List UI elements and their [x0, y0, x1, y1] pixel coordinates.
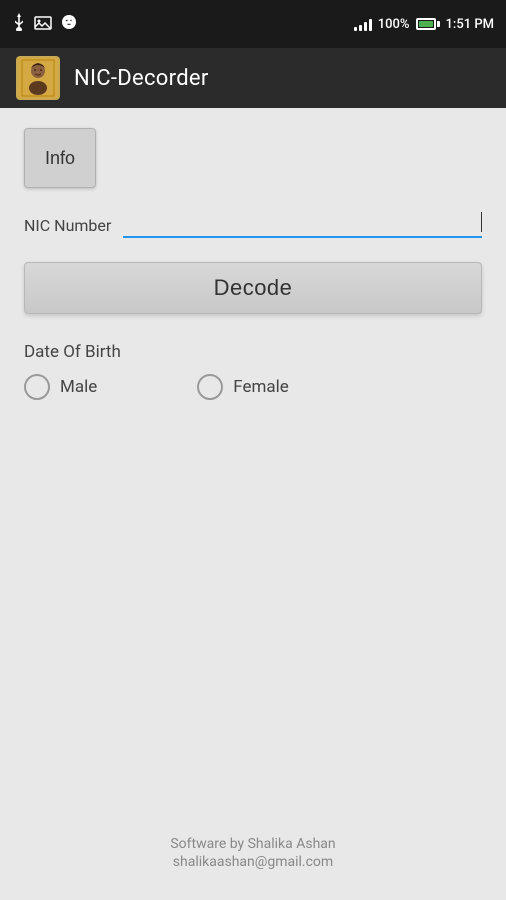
female-option[interactable]: Female — [197, 374, 289, 400]
footer-line1: Software by Shalika Ashan — [170, 836, 335, 852]
female-label: Female — [233, 377, 289, 397]
signal-icon — [354, 17, 372, 31]
status-bar: 100% 1:51 PM — [0, 0, 506, 48]
time-display: 1:51 PM — [446, 17, 495, 32]
info-button-label: Info — [45, 148, 75, 169]
male-option[interactable]: Male — [24, 374, 97, 400]
male-label: Male — [60, 377, 97, 397]
info-button[interactable]: Info — [24, 128, 96, 188]
nic-input-wrapper — [123, 212, 482, 238]
decode-button[interactable]: Decode — [24, 262, 482, 314]
app-icon — [16, 56, 60, 100]
main-content: Info NIC Number Decode Date Of Birth Mal… — [0, 108, 506, 420]
female-radio[interactable] — [197, 374, 223, 400]
app-bar: NIC-Decorder — [0, 48, 506, 108]
nic-label: NIC Number — [24, 216, 111, 235]
footer: Software by Shalika Ashan shalikaashan@g… — [0, 836, 506, 870]
gender-row: Male Female — [24, 374, 482, 400]
nic-section: NIC Number — [24, 212, 482, 238]
nic-input[interactable] — [123, 213, 479, 231]
status-right-info: 100% 1:51 PM — [354, 17, 494, 32]
male-radio[interactable] — [24, 374, 50, 400]
footer-line2: shalikaashan@gmail.com — [173, 854, 333, 870]
battery-percentage: 100% — [378, 17, 410, 32]
dob-section: Date Of Birth Male Female — [24, 342, 482, 400]
nic-row: NIC Number — [24, 212, 482, 238]
usb-icon — [12, 13, 26, 35]
image-icon — [34, 15, 52, 34]
app-title: NIC-Decorder — [74, 66, 209, 91]
decode-button-label: Decode — [214, 275, 293, 301]
dob-label: Date Of Birth — [24, 342, 482, 362]
battery-icon — [416, 18, 440, 30]
cat-icon — [60, 13, 78, 35]
status-left-icons — [12, 13, 78, 35]
text-cursor — [481, 212, 482, 232]
